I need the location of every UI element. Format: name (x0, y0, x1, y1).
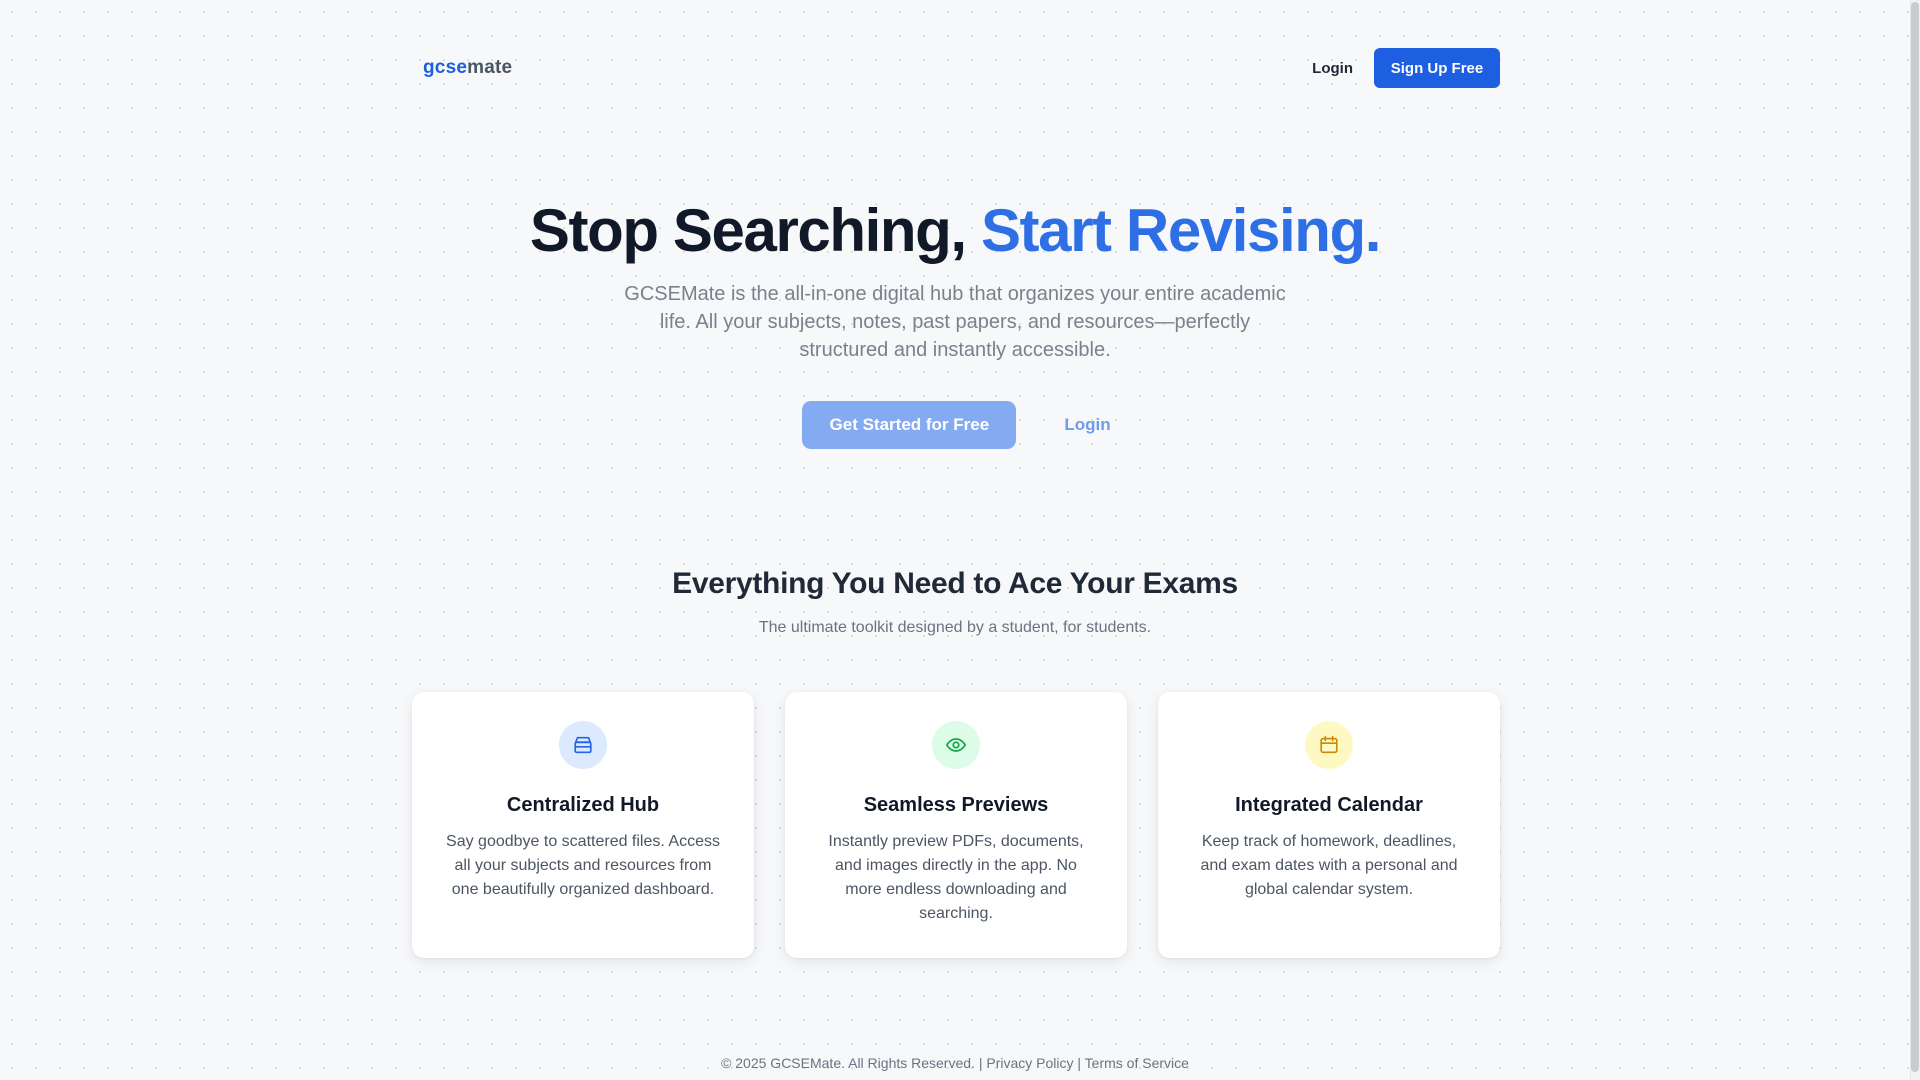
header-login-button[interactable]: Login (1312, 60, 1353, 77)
get-started-button[interactable]: Get Started for Free (802, 401, 1017, 449)
feature-card-seamless-previews: Seamless Previews Instantly preview PDFs… (785, 692, 1127, 958)
page-scrollbar[interactable] (1910, 0, 1920, 1080)
header-signup-button[interactable]: Sign Up Free (1374, 48, 1500, 88)
header-nav: Login Sign Up Free (1312, 48, 1500, 88)
feature-card-title: Centralized Hub (506, 794, 660, 816)
logo-text-gcse: gcse (423, 57, 468, 78)
footer-separator: | (1073, 1055, 1085, 1071)
hero-title-main: Stop Searching, (529, 197, 981, 264)
hero-title: Stop Searching, Start Revising. (0, 196, 1910, 266)
feature-card-description: Instantly preview PDFs, documents, and i… (828, 833, 1084, 922)
scrollbar-thumb[interactable] (1911, 2, 1919, 1072)
site-header: gcse mate Login Sign Up Free (423, 48, 1500, 88)
logo-text-mate: mate (467, 57, 513, 78)
logo[interactable]: gcse mate (423, 57, 512, 79)
hero-subtitle: GCSEMate is the all-in-one digital hub t… (624, 283, 1286, 361)
feature-card-title: Integrated Calendar (1235, 794, 1423, 816)
features-subtitle: The ultimate toolkit designed by a stude… (758, 619, 1152, 636)
hero-login-button[interactable]: Login (1064, 415, 1110, 435)
site-footer: © 2025 GCSEMate. All Rights Reserved. | … (0, 1055, 1910, 1071)
feature-card-description: Say goodbye to scattered files. Access a… (446, 833, 720, 898)
eye-icon (932, 721, 980, 769)
landing-page: gcse mate Login Sign Up Free Stop Searchi… (0, 0, 1910, 1080)
features-title: Everything You Need to Ace Your Exams (672, 567, 1238, 600)
hero-actions: Get Started for Free Login (0, 401, 1910, 449)
feature-card-description: Keep track of homework, deadlines, and e… (1200, 833, 1458, 898)
archive-box-icon (559, 721, 607, 769)
feature-card-centralized-hub: Centralized Hub Say goodbye to scattered… (412, 692, 754, 958)
feature-card-integrated-calendar: Integrated Calendar Keep track of homewo… (1158, 692, 1500, 958)
footer-separator: | (974, 1055, 987, 1071)
hero-title-accent: Start Revising. (980, 197, 1382, 264)
privacy-policy-link[interactable]: Privacy Policy (986, 1055, 1073, 1071)
calendar-icon (1305, 721, 1353, 769)
feature-card-title: Seamless Previews (863, 794, 1049, 816)
footer-copyright: © 2025 GCSEMate. All Rights Reserved. (721, 1055, 975, 1071)
terms-of-service-link[interactable]: Terms of Service (1085, 1055, 1189, 1071)
